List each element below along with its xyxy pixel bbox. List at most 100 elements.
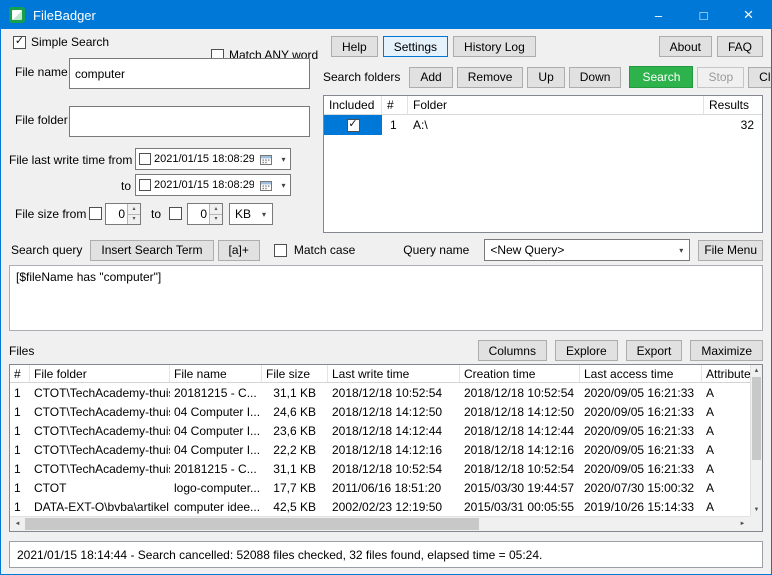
- chevron-down-icon[interactable]: ▾: [256, 204, 272, 224]
- files-column-header[interactable]: File size: [262, 365, 328, 382]
- file-cell: A: [706, 423, 715, 438]
- file-cell: 2019/10/26 15:14:33: [584, 499, 695, 514]
- date-from-dropdown-icon[interactable]: ▾: [277, 149, 290, 169]
- folders-column-header[interactable]: Results: [704, 96, 762, 114]
- simple-search-checkbox[interactable]: ✓: [13, 35, 26, 49]
- app-icon: [9, 7, 25, 23]
- date-from-value[interactable]: 2021/01/15 18:08:29: [154, 153, 254, 165]
- move-up-button[interactable]: Up: [527, 66, 565, 88]
- about-button[interactable]: About: [658, 36, 712, 57]
- folders-column-header[interactable]: Folder: [408, 96, 704, 114]
- files-column-header[interactable]: Last access time: [580, 365, 702, 382]
- calendar-icon[interactable]: [257, 149, 274, 169]
- file-cell: CTOT\TechAcademy-thuis...: [34, 442, 170, 457]
- stop-button[interactable]: Stop: [697, 66, 745, 88]
- regex-button[interactable]: [a]+: [217, 239, 260, 261]
- files-column-header[interactable]: Creation time: [460, 365, 580, 382]
- size-unit-select[interactable]: KB ▾: [229, 203, 273, 225]
- spin-down-icon[interactable]: ▾: [210, 213, 222, 224]
- calendar-icon[interactable]: [257, 175, 274, 195]
- export-button[interactable]: Export: [625, 340, 683, 361]
- size-from-checkbox[interactable]: [89, 207, 102, 220]
- spin-down-icon[interactable]: ▾: [128, 213, 140, 224]
- file-menu-button[interactable]: File Menu: [698, 239, 763, 261]
- file-row[interactable]: 1 CTOT\TechAcademy-thuis... 04 Computer I.…: [10, 402, 750, 421]
- close-icon[interactable]: ×: [726, 1, 771, 29]
- scrollbar-corner: [750, 516, 762, 531]
- file-cell: A: [706, 480, 715, 495]
- scroll-up-icon[interactable]: ▲: [751, 365, 762, 377]
- insert-search-term-button[interactable]: Insert Search Term: [90, 239, 214, 261]
- scroll-left-icon[interactable]: ◄: [10, 517, 25, 531]
- file-row[interactable]: 1 DATA-EXT-O\bvba\artikel... computer idee…: [10, 497, 750, 516]
- add-folder-button[interactable]: Add: [409, 66, 453, 88]
- match-case-toggle[interactable]: Match case: [273, 243, 363, 257]
- scroll-down-icon[interactable]: ▼: [751, 504, 762, 516]
- folders-column-header[interactable]: Included: [324, 96, 382, 114]
- size-to-label: to: [151, 207, 162, 221]
- included-cell[interactable]: ✓: [324, 115, 382, 135]
- included-checkbox[interactable]: ✓: [346, 118, 360, 132]
- explore-button[interactable]: Explore: [554, 340, 618, 361]
- query-name-select[interactable]: <New Query> ▾: [484, 239, 691, 261]
- date-to-picker[interactable]: 2021/01/15 18:08:29 ▾: [135, 174, 291, 196]
- size-to-value[interactable]: 0: [188, 204, 209, 224]
- file-name-input[interactable]: [69, 58, 310, 89]
- file-row[interactable]: 1 CTOT\TechAcademy-thuis... 04 Computer I.…: [10, 440, 750, 459]
- size-to-spinner[interactable]: 0 ▴ ▾: [187, 203, 223, 225]
- file-name-label: File name: [15, 65, 68, 79]
- horizontal-scrollbar-thumb[interactable]: [25, 518, 480, 530]
- last-write-to-label: to: [120, 179, 131, 193]
- match-case-checkbox[interactable]: [273, 243, 287, 257]
- file-row[interactable]: 1 CTOT\TechAcademy-thuis... 20181215 - C..…: [10, 459, 750, 478]
- file-cell: 23,6 KB: [273, 423, 316, 438]
- file-row[interactable]: 1 CTOT\TechAcademy-thuis... 20181215 - C..…: [10, 383, 750, 402]
- search-button[interactable]: Search: [629, 66, 694, 88]
- files-column-header[interactable]: Last write time: [328, 365, 460, 382]
- chevron-down-icon[interactable]: ▾: [673, 240, 689, 260]
- file-folder-input[interactable]: [69, 106, 310, 137]
- scroll-right-icon[interactable]: ►: [735, 517, 750, 531]
- files-column-header[interactable]: Attributes: [702, 365, 750, 382]
- files-column-header[interactable]: #: [10, 365, 30, 382]
- minimize-icon[interactable]: –: [636, 1, 681, 29]
- size-from-value[interactable]: 0: [106, 204, 127, 224]
- search-query-editor[interactable]: [$fileName has "computer"]: [9, 265, 763, 331]
- spin-up-icon[interactable]: ▴: [128, 204, 140, 214]
- files-label: Files: [9, 343, 35, 358]
- horizontal-scrollbar[interactable]: ◄ ►: [10, 516, 750, 531]
- clear-button[interactable]: Clear: [748, 66, 771, 88]
- help-button[interactable]: Help: [331, 36, 378, 57]
- move-down-button[interactable]: Down: [568, 66, 622, 88]
- top-toolbar: Help Settings History Log About FAQ: [331, 36, 763, 57]
- files-column-header[interactable]: File folder: [30, 365, 170, 382]
- maximize-button[interactable]: Maximize: [690, 340, 763, 361]
- simple-search-toggle[interactable]: ✓ Simple Search: [13, 35, 109, 49]
- file-size-from-label: File size from: [15, 207, 87, 221]
- maximize-icon[interactable]: □: [681, 1, 726, 29]
- folders-column-header[interactable]: #: [382, 96, 408, 114]
- history-log-button[interactable]: History Log: [453, 36, 536, 57]
- vertical-scrollbar[interactable]: ▲ ▼: [750, 365, 762, 516]
- file-row[interactable]: 1 CTOT logo-computer... 17,7 KB 2011/06/16 1…: [10, 478, 750, 497]
- faq-button[interactable]: FAQ: [716, 36, 763, 57]
- file-cell: 31,1 KB: [273, 461, 316, 476]
- date-from-picker[interactable]: 2021/01/15 18:08:29 ▾: [135, 148, 291, 170]
- date-to-dropdown-icon[interactable]: ▾: [277, 175, 290, 195]
- file-row[interactable]: 1 CTOT\TechAcademy-thuis... 04 Computer I.…: [10, 421, 750, 440]
- settings-button[interactable]: Settings: [382, 36, 449, 57]
- spin-up-icon[interactable]: ▴: [210, 204, 222, 214]
- files-column-header[interactable]: File name: [170, 365, 262, 382]
- file-cell: CTOT\TechAcademy-thuis...: [34, 385, 170, 400]
- columns-button[interactable]: Columns: [477, 340, 547, 361]
- horizontal-scrollbar-track[interactable]: [25, 517, 735, 531]
- date-to-checkbox[interactable]: [139, 179, 151, 191]
- remove-folder-button[interactable]: Remove: [456, 66, 524, 88]
- date-to-value[interactable]: 2021/01/15 18:08:29: [154, 179, 254, 191]
- file-cell: CTOT\TechAcademy-thuis...: [34, 404, 170, 419]
- date-from-checkbox[interactable]: [139, 153, 151, 165]
- size-to-checkbox[interactable]: [169, 207, 182, 220]
- size-from-spinner[interactable]: 0 ▴ ▾: [105, 203, 141, 225]
- search-folder-row[interactable]: ✓ 1 A:\ 32: [324, 115, 762, 135]
- vertical-scrollbar-thumb[interactable]: [752, 377, 761, 461]
